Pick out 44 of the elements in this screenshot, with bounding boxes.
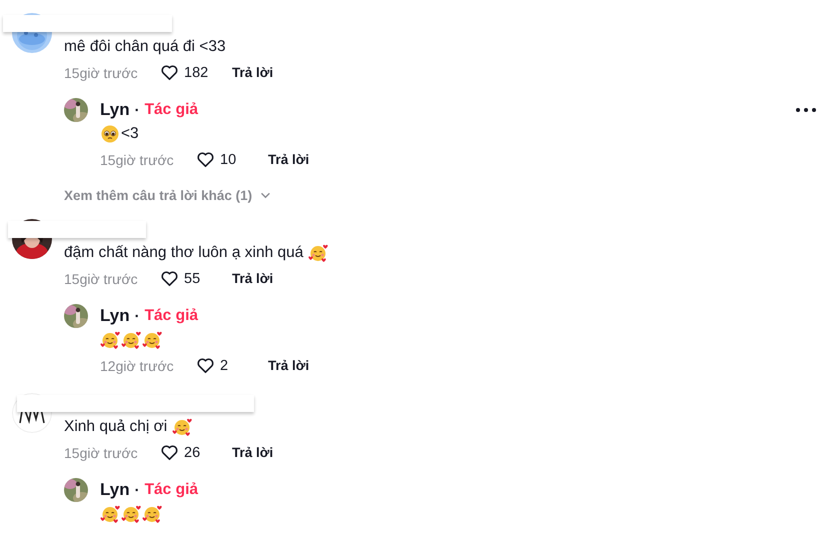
separator-dot: · xyxy=(134,308,140,324)
reply-link[interactable]: Trả lời xyxy=(268,358,310,373)
timestamp: 15giờ trước xyxy=(100,152,175,168)
comment-text: mê đôi chân quá đi <33 xyxy=(64,38,226,56)
reply-text: <3 xyxy=(121,125,139,143)
reply-link[interactable]: Trả lời xyxy=(232,65,274,80)
author-label: Tác giả xyxy=(144,101,198,119)
heart-icon[interactable] xyxy=(160,443,179,462)
smiling-face-with-hearts-icon xyxy=(100,504,120,524)
smiling-face-with-hearts-icon xyxy=(100,330,120,350)
chevron-down-icon xyxy=(260,192,272,198)
like-count: 182 xyxy=(184,64,208,80)
author-name[interactable]: Lyn xyxy=(100,306,130,326)
comment-text: đậm chất nàng thơ luôn ạ xinh quá xyxy=(64,244,304,262)
heart-icon[interactable] xyxy=(196,356,215,375)
timestamp: 15giờ trước xyxy=(64,444,139,460)
smiling-face-with-hearts-icon xyxy=(121,330,141,350)
heart-icon[interactable] xyxy=(196,150,215,169)
smiling-face-with-hearts-icon xyxy=(142,330,162,350)
separator-dot: · xyxy=(134,482,140,498)
like-count: 2 xyxy=(220,358,228,374)
timestamp: 15giờ trước xyxy=(64,64,139,80)
pleading-face-icon xyxy=(100,124,120,144)
heart-icon[interactable] xyxy=(160,269,179,288)
smiling-face-with-hearts-icon xyxy=(142,504,162,524)
reply-link[interactable]: Trả lời xyxy=(232,445,274,460)
author-name[interactable]: Lyn xyxy=(100,480,130,500)
reply-link[interactable]: Trả lời xyxy=(268,152,310,167)
timestamp: 15giờ trước xyxy=(64,270,139,286)
like-count: 10 xyxy=(220,152,236,168)
separator-dot: · xyxy=(134,102,140,118)
author-label: Tác giả xyxy=(144,307,198,325)
author-name[interactable]: Lyn xyxy=(100,100,130,120)
more-options-icon[interactable] xyxy=(796,108,816,112)
smiling-face-with-hearts-icon xyxy=(172,417,192,437)
timestamp: 12giờ trước xyxy=(100,358,175,374)
comment-text: Xinh quả chị ơi xyxy=(64,418,168,436)
like-count: 55 xyxy=(184,270,200,286)
smiling-face-with-hearts-icon xyxy=(308,243,328,263)
reply-link[interactable]: Trả lời xyxy=(232,271,274,286)
author-label: Tác giả xyxy=(144,481,198,499)
heart-icon[interactable] xyxy=(160,63,179,82)
like-count: 26 xyxy=(184,444,200,460)
smiling-face-with-hearts-icon xyxy=(121,504,141,524)
